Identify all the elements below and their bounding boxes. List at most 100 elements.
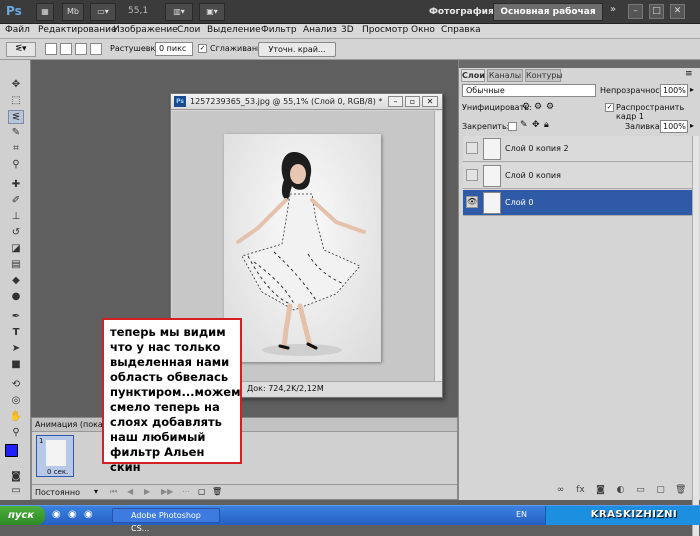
link-layers-icon[interactable]: ∞	[555, 485, 566, 496]
tween-icon[interactable]: ⋯	[182, 487, 190, 496]
start-button[interactable]: пуск	[0, 506, 45, 525]
3d-orbit-tool-icon[interactable]: ◎	[8, 394, 24, 408]
intersect-selection-icon[interactable]	[90, 43, 102, 55]
animation-frame[interactable]: 1 0 сек.	[36, 435, 74, 477]
tab-paths[interactable]: Контуры	[525, 69, 563, 82]
tab-layers[interactable]: Слои	[461, 69, 485, 82]
mini-bridge-button[interactable]: Mb	[62, 3, 84, 21]
bridge-button[interactable]: ▦	[36, 3, 54, 21]
menu-file[interactable]: Файл	[5, 25, 30, 35]
menu-window[interactable]: Окно	[411, 25, 435, 35]
lock-transparency-icon[interactable]	[508, 122, 517, 131]
brush-tool-icon[interactable]: ✐	[8, 194, 24, 208]
arrange-documents-button[interactable]: ▥▾	[165, 3, 193, 21]
workspace-essentials[interactable]: Основная рабочая среда	[493, 3, 603, 33]
new-group-icon[interactable]: ▭	[635, 485, 646, 496]
unify-visibility-icon[interactable]: ⚙	[534, 102, 542, 112]
visibility-toggle[interactable]	[466, 169, 478, 181]
history-brush-tool-icon[interactable]: ↺	[8, 226, 24, 240]
layer-row-selected[interactable]: 👁︎ Слой 0	[463, 190, 692, 216]
frame-delay[interactable]: 0 сек.	[47, 468, 68, 476]
menu-help[interactable]: Справка	[441, 25, 481, 35]
gradient-tool-icon[interactable]: ▤	[8, 258, 24, 272]
quicklaunch-icon[interactable]: ◉	[68, 509, 77, 520]
unify-position-icon[interactable]: ⚙	[522, 102, 530, 112]
lock-position-icon[interactable]: ✥	[532, 120, 540, 130]
propagate-frame-checkbox[interactable]: ✓	[605, 103, 614, 112]
foreground-color-swatch[interactable]	[5, 444, 18, 457]
new-selection-icon[interactable]	[45, 43, 57, 55]
loop-dropdown-icon[interactable]: ▾	[94, 487, 98, 496]
dodge-tool-icon[interactable]: ●	[8, 290, 24, 304]
language-indicator[interactable]: EN	[516, 510, 527, 519]
duplicate-frame-icon[interactable]: ▢	[198, 487, 206, 496]
view-extras-button[interactable]: ▭▾	[90, 3, 116, 21]
panel-menu-icon[interactable]: ≡	[685, 69, 693, 79]
3d-rotate-tool-icon[interactable]: ⟲	[8, 378, 24, 392]
menu-select[interactable]: Выделение	[207, 25, 261, 35]
lock-pixels-icon[interactable]: ✎	[520, 120, 528, 130]
shape-tool-icon[interactable]: ■	[8, 358, 24, 372]
subtract-selection-icon[interactable]	[75, 43, 87, 55]
screen-mode-button[interactable]: ▣▾	[199, 3, 225, 21]
opacity-input[interactable]: 100%	[660, 84, 688, 97]
quicklaunch-icon[interactable]: ◉	[52, 509, 61, 520]
zoom-tool-icon[interactable]: ⚲	[8, 426, 24, 440]
menu-filter[interactable]: Фильтр	[261, 25, 297, 35]
menu-view[interactable]: Просмотр	[362, 25, 408, 35]
lock-all-icon[interactable]: 🔒︎	[544, 120, 549, 130]
opacity-arrow-icon[interactable]: ▸	[690, 85, 694, 94]
animation-title-bar[interactable]: Анимация (покадровая)	[32, 418, 457, 432]
menu-edit[interactable]: Редактирование	[38, 25, 117, 35]
play-icon[interactable]: ▶	[144, 487, 150, 496]
menu-image[interactable]: Изображение	[113, 25, 178, 35]
menu-layers[interactable]: Слои	[177, 25, 200, 35]
crop-tool-icon[interactable]: ⌗	[8, 142, 24, 156]
doc-minimize-button[interactable]: –	[388, 96, 403, 107]
clone-stamp-tool-icon[interactable]: ⊥	[8, 210, 24, 224]
document-title-bar[interactable]: Ps 1257239365_53.jpg @ 55,1% (Слой 0, RG…	[171, 94, 442, 110]
antialias-checkbox[interactable]: ✓	[198, 44, 207, 53]
minimize-button[interactable]: –	[628, 4, 643, 19]
unify-style-icon[interactable]: ⚙	[546, 102, 554, 112]
path-select-tool-icon[interactable]: ➤	[8, 342, 24, 356]
document-vertical-scrollbar[interactable]	[434, 111, 442, 381]
menu-3d[interactable]: 3D	[341, 25, 354, 35]
add-selection-icon[interactable]	[60, 43, 72, 55]
first-frame-icon[interactable]: ⏮	[110, 487, 117, 497]
loop-select[interactable]: Постоянно	[35, 488, 80, 497]
tab-channels[interactable]: Каналы	[487, 69, 523, 82]
doc-maximize-button[interactable]: ▫	[405, 96, 420, 107]
new-layer-icon[interactable]: ▢	[655, 485, 666, 496]
pen-tool-icon[interactable]: ✒	[8, 310, 24, 324]
prev-frame-icon[interactable]: ◀	[127, 487, 133, 496]
fill-input[interactable]: 100%	[660, 120, 688, 133]
hand-tool-icon[interactable]: ✋	[8, 410, 24, 424]
layer-style-icon[interactable]: fx	[575, 485, 586, 496]
marquee-tool-icon[interactable]: ⬚	[8, 94, 24, 108]
eyedropper-tool-icon[interactable]: ⚲	[8, 158, 24, 172]
feather-input[interactable]: 0 пикс	[155, 42, 193, 56]
blend-mode-select[interactable]: Обычные	[462, 84, 596, 97]
taskbar-photoshop-item[interactable]: Adobe Photoshop CS...	[112, 508, 220, 533]
adjustment-layer-icon[interactable]: ◐	[615, 485, 626, 496]
healing-brush-tool-icon[interactable]: ✚	[8, 178, 24, 192]
lasso-tool-icon[interactable]: ᓬ	[8, 110, 24, 124]
next-frame-icon[interactable]: ▶▶	[161, 487, 173, 496]
screen-mode-icon[interactable]: ▭	[8, 484, 24, 498]
add-mask-icon[interactable]: ◙	[595, 485, 606, 496]
workspace-photography[interactable]: Фотография	[429, 4, 494, 21]
lasso-preset-picker[interactable]: ᓬ▾	[6, 42, 36, 57]
menu-analysis[interactable]: Анализ	[303, 25, 337, 35]
refine-edge-button[interactable]: Уточн. край...	[258, 42, 336, 57]
layer-row[interactable]: Слой 0 копия	[463, 163, 692, 189]
eraser-tool-icon[interactable]: ◪	[8, 242, 24, 256]
fill-arrow-icon[interactable]: ▸	[690, 121, 694, 130]
doc-close-button[interactable]: ✕	[422, 96, 438, 107]
type-tool-icon[interactable]: T	[8, 326, 24, 340]
eye-icon[interactable]: 👁︎	[466, 196, 478, 208]
zoom-level[interactable]: 55,1	[128, 6, 148, 16]
move-tool-icon[interactable]: ✥	[8, 78, 24, 92]
quicklaunch-icon[interactable]: ◉	[84, 509, 93, 520]
quick-mask-icon[interactable]: ◙	[8, 470, 24, 484]
